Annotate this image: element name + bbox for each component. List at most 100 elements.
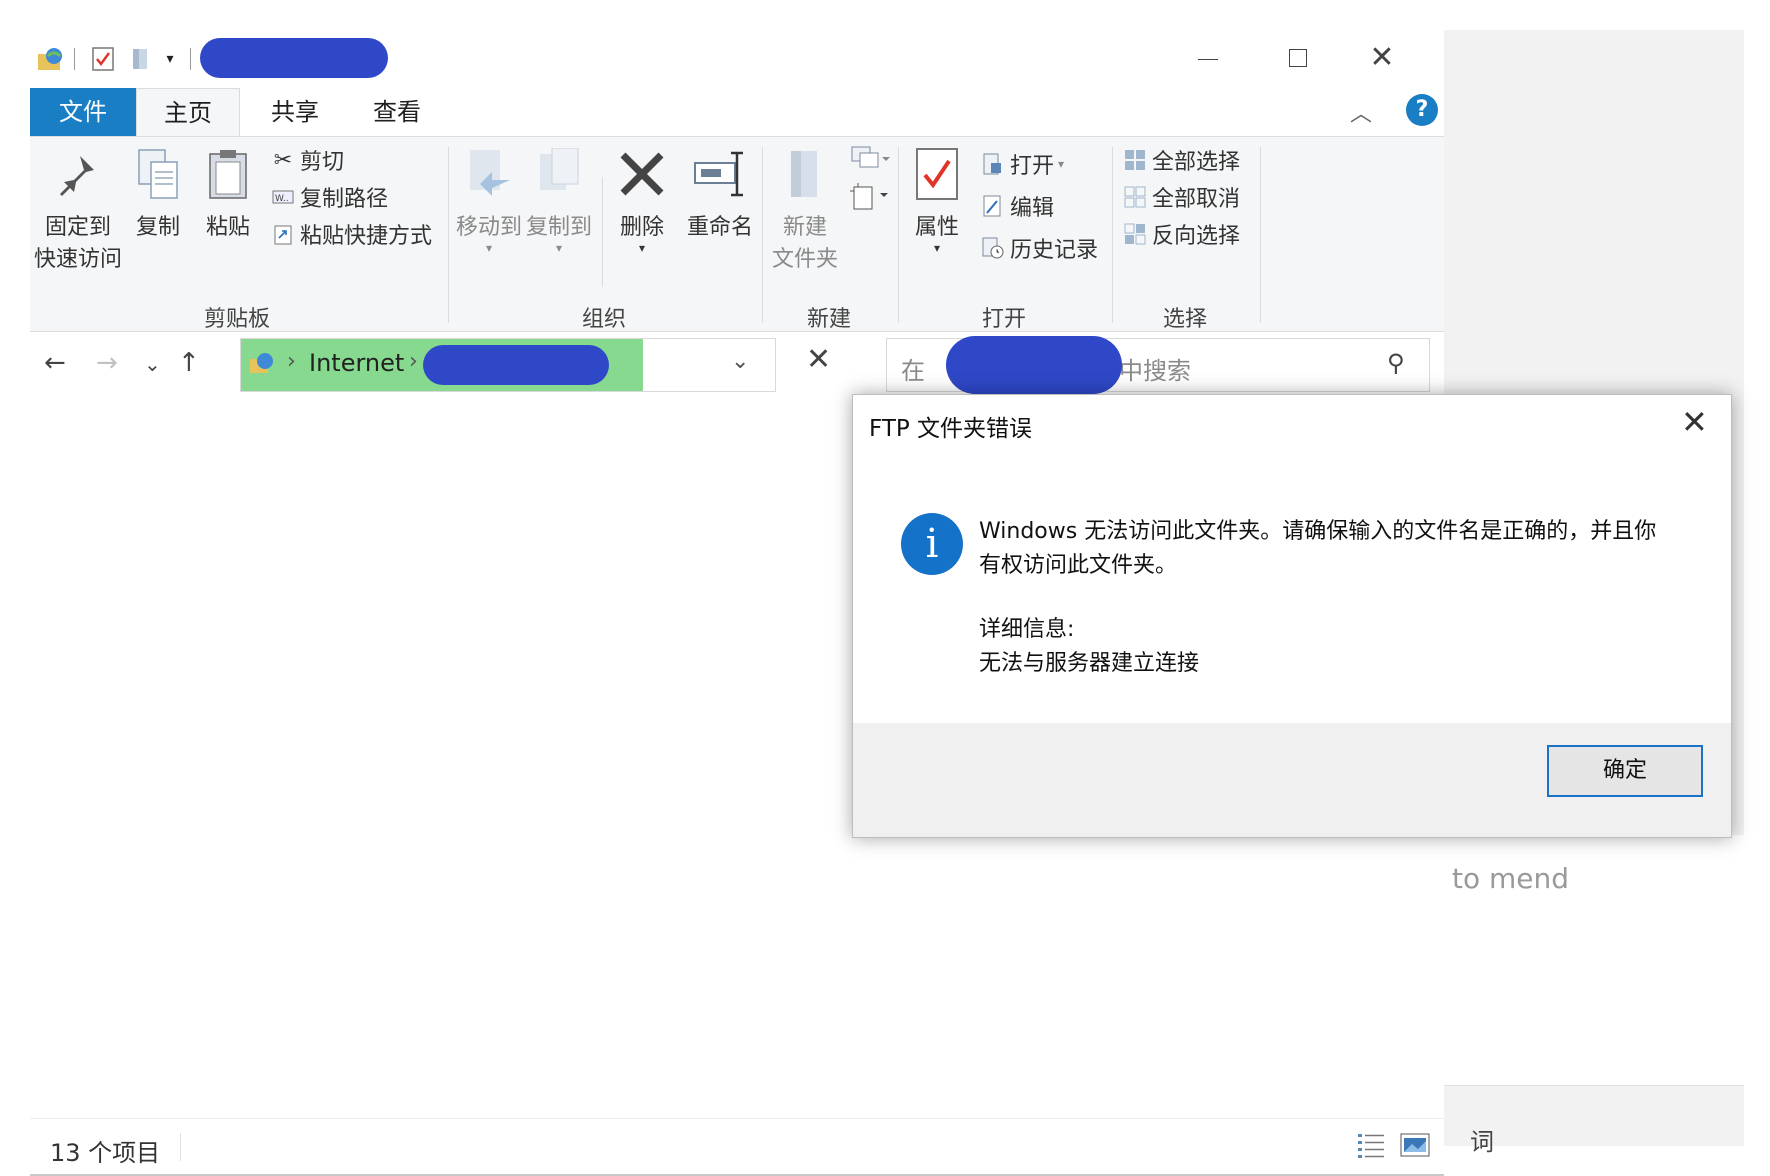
chevron-down-icon: ▾ (485, 241, 493, 255)
dialog-close-icon[interactable]: ✕ (1681, 403, 1708, 441)
paste-button[interactable]: 粘贴 (198, 147, 258, 241)
dropdown-icon[interactable]: ▾ (160, 44, 180, 74)
paste-shortcut-label: 粘贴快捷方式 (300, 224, 433, 249)
open-group-label: 打开 (981, 307, 1026, 332)
tab-home[interactable]: 主页 (136, 88, 240, 136)
close-button[interactable]: ✕ (1362, 40, 1402, 76)
properties-check-icon (910, 147, 964, 201)
select-all-icon (1124, 149, 1146, 171)
large-icons-view-icon[interactable] (1400, 1131, 1430, 1159)
copy-label: 复制 (135, 215, 180, 240)
search-icon[interactable]: ⚲ (1387, 349, 1405, 377)
ribbon-tabs: 文件 主页 共享 查看 ︿ ? (30, 88, 1444, 136)
select-none-label: 全部取消 (1152, 187, 1241, 212)
chevron-right-icon[interactable]: › (287, 349, 296, 374)
paste-shortcut-button[interactable]: 粘贴快捷方式 (272, 217, 432, 251)
ribbon: 固定到 快速访问 复制 粘贴 ✂ 剪切 W.. 复制路径 粘贴快捷方式 剪贴板 … (30, 136, 1444, 332)
cut-button[interactable]: ✂ 剪切 (272, 143, 344, 177)
tab-share[interactable]: 共享 (252, 88, 338, 136)
history-button[interactable]: 历史记录 (982, 231, 1098, 265)
paste-label: 粘贴 (205, 215, 250, 240)
pin-label-line2: 快速访问 (33, 247, 122, 272)
invert-selection-button[interactable]: 反向选择 (1124, 217, 1240, 251)
edit-label: 编辑 (1010, 196, 1055, 221)
open-icon (982, 153, 1004, 175)
redacted-search (946, 336, 1122, 394)
edit-button[interactable]: 编辑 (982, 189, 1054, 223)
copy-path-label: 复制路径 (300, 187, 389, 212)
copy-to-button[interactable]: 复制到 ▾ (524, 147, 594, 255)
select-none-icon (1124, 186, 1146, 208)
address-bar[interactable]: › Internet › ⌄ (240, 338, 776, 392)
properties-label: 属性 (914, 215, 959, 240)
search-placeholder-suffix: 中搜索 (1119, 357, 1191, 385)
background-text: 词 (1470, 1128, 1494, 1156)
ok-button[interactable]: 确定 (1547, 745, 1703, 797)
navigation-bar: ← → ⌄ ↑ › Internet › ⌄ ✕ 在 中搜索 ⚲ (30, 334, 1444, 398)
move-to-button[interactable]: 移动到 ▾ (454, 147, 524, 255)
history-label: 历史记录 (1010, 238, 1099, 263)
address-segment-internet[interactable]: Internet (309, 349, 404, 377)
copy-icon (131, 147, 185, 201)
search-placeholder-prefix: 在 (901, 357, 925, 385)
forward-arrow-icon[interactable]: → (96, 348, 118, 378)
clipboard-group-label: 剪贴板 (203, 307, 270, 332)
group-separator (1112, 147, 1113, 323)
chevron-right-icon[interactable]: › (409, 349, 418, 374)
pin-to-quick-access-button[interactable]: 固定到 快速访问 (30, 147, 126, 273)
new-group-label: 新建 (806, 307, 851, 332)
select-group-label: 选择 (1162, 307, 1207, 332)
internet-globe-icon (249, 351, 275, 381)
ftp-folder-icon (34, 44, 68, 74)
separator (190, 48, 191, 70)
dialog-title: FTP 文件夹错误 (869, 416, 1033, 442)
address-dropdown-chevron-icon[interactable]: ⌄ (731, 349, 749, 374)
move-to-label: 移动到 (455, 215, 522, 240)
separator (602, 177, 603, 287)
invert-selection-icon (1124, 223, 1146, 245)
properties-icon[interactable] (86, 44, 120, 74)
ftp-error-dialog: FTP 文件夹错误 ✕ i Windows 无法访问此文件夹。请确保输入的文件名… (852, 394, 1732, 838)
select-all-button[interactable]: 全部选择 (1124, 143, 1240, 177)
delete-label: 删除 (619, 215, 664, 240)
details-view-icon[interactable] (1356, 1131, 1386, 1159)
delete-button[interactable]: 删除 ▾ (610, 147, 674, 255)
chevron-down-icon: ▾ (638, 241, 646, 255)
group-separator (1260, 147, 1261, 323)
dialog-footer: 确定 (853, 723, 1731, 837)
copy-to-label: 复制到 (525, 215, 592, 240)
copy-path-button[interactable]: W.. 复制路径 (272, 180, 388, 214)
stop-close-icon[interactable]: ✕ (806, 342, 831, 377)
new-item-button[interactable] (848, 145, 896, 179)
open-label: 打开 (1010, 154, 1055, 179)
up-arrow-icon[interactable]: ↑ (178, 348, 200, 378)
tab-file[interactable]: 文件 (30, 88, 136, 136)
properties-button[interactable]: 属性 ▾ (902, 147, 972, 255)
rename-icon (693, 147, 747, 201)
invert-selection-label: 反向选择 (1152, 224, 1241, 249)
separator (74, 48, 75, 70)
easy-access-button[interactable] (848, 183, 896, 217)
new-folder-icon[interactable] (126, 44, 156, 74)
new-folder-button[interactable]: 新建 文件夹 (762, 147, 848, 273)
open-button[interactable]: 打开 ▾ (982, 147, 1064, 181)
new-folder-icon (778, 147, 832, 201)
copy-to-icon (532, 147, 586, 201)
group-separator (448, 147, 449, 323)
dialog-message-line1: Windows 无法访问此文件夹。请确保输入的文件名是正确的，并且你 (979, 519, 1657, 544)
recent-locations-chevron-icon[interactable]: ⌄ (144, 352, 161, 376)
chevron-up-icon[interactable]: ︿ (1350, 96, 1372, 128)
maximize-button[interactable] (1268, 44, 1328, 74)
chevron-down-icon: ▾ (933, 241, 941, 255)
help-icon[interactable]: ? (1406, 94, 1438, 126)
tab-view[interactable]: 查看 (354, 88, 440, 136)
minimize-button[interactable] (1178, 44, 1238, 74)
copy-button[interactable]: 复制 (128, 147, 188, 241)
new-folder-label-line2: 文件夹 (771, 247, 838, 272)
edit-icon (982, 195, 1004, 217)
select-none-button[interactable]: 全部取消 (1124, 180, 1240, 214)
rename-button[interactable]: 重命名 (680, 147, 760, 241)
separator (180, 1133, 181, 1161)
background-text: to mend (1452, 862, 1570, 895)
back-arrow-icon[interactable]: ← (44, 348, 66, 378)
